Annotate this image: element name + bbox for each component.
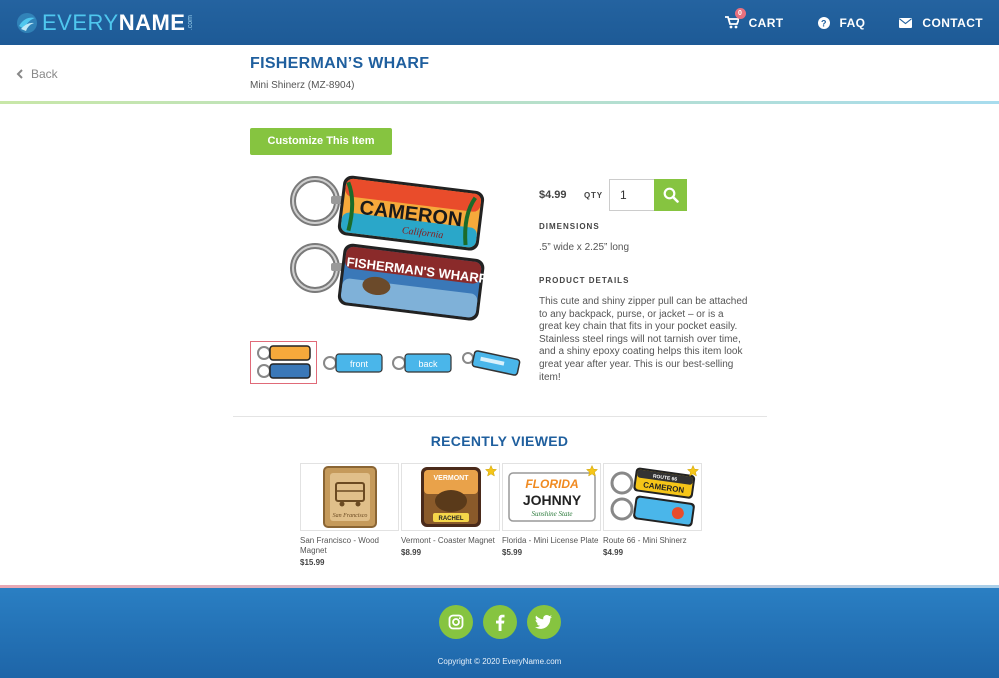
instagram-button[interactable] <box>438 605 473 639</box>
chevron-left-icon <box>16 69 23 79</box>
nav-faq-label: FAQ <box>839 15 866 30</box>
instagram-icon <box>448 614 463 630</box>
header-divider <box>0 101 999 104</box>
back-link[interactable]: Back <box>16 67 58 81</box>
rv-image-text-top: VERMONT <box>433 475 469 482</box>
recently-viewed-image: San Francisco <box>300 463 399 531</box>
svg-text:?: ? <box>821 18 827 28</box>
twitter-button[interactable] <box>526 605 561 639</box>
nav-contact[interactable]: CONTACT <box>899 16 983 30</box>
qty-label: QTY <box>584 191 603 200</box>
favorite-star-icon[interactable] <box>586 465 598 477</box>
thumbnail-front-label: front <box>349 359 368 369</box>
recently-viewed-name: San Francisco - Wood Magnet <box>300 536 379 555</box>
recently-viewed-price: $5.99 <box>502 548 523 557</box>
favorite-star-icon[interactable] <box>485 465 497 477</box>
logo-swoosh-icon <box>17 13 37 33</box>
section-divider <box>233 416 767 417</box>
footer: Copyright © 2020 EveryName.com <box>0 588 999 678</box>
dimensions-value: .5” wide x 2.25” long <box>539 242 630 253</box>
rv-image-text: JOHNNY <box>522 492 581 508</box>
thumbnail-angle[interactable] <box>457 341 524 384</box>
nav-cart[interactable]: 0 CART <box>724 7 784 30</box>
product-main-image[interactable]: CAMERON California FISHERMAN'S WHARF <box>285 168 488 333</box>
nav-faq[interactable]: ? FAQ <box>817 15 866 30</box>
recently-viewed-item[interactable]: FLORIDA JOHNNY Sunshine State Florida - … <box>502 463 602 567</box>
rv-image-text: San Francisco <box>332 513 367 519</box>
qty-input[interactable] <box>609 179 655 211</box>
recently-viewed-image: ROUTE 66 CAMERON <box>603 463 702 531</box>
facebook-button[interactable] <box>482 605 517 639</box>
recently-viewed-price: $4.99 <box>603 548 624 557</box>
nav-contact-label: CONTACT <box>922 15 983 30</box>
product-details-text: This cute and shiny zipper pull can be a… <box>539 296 748 383</box>
product-price: $4.99 <box>539 189 567 201</box>
twitter-icon <box>535 615 552 629</box>
rv-image-text: RACHEL <box>438 516 463 522</box>
thumbnail-back-label: back <box>418 359 438 369</box>
logo-wordmark: EVERYNAME <box>42 10 186 35</box>
facebook-icon <box>495 614 504 631</box>
recently-viewed-name: Vermont - Coaster Magnet <box>401 536 495 545</box>
product-thumbnails: front back <box>250 341 526 384</box>
nav-cart-label: CART <box>748 15 784 30</box>
question-circle-icon: ? <box>817 16 830 29</box>
everyname-logo[interactable]: EVERYNAME .com <box>16 10 194 36</box>
back-label: Back <box>31 67 58 81</box>
recently-viewed-image: FLORIDA JOHNNY Sunshine State <box>502 463 601 531</box>
thumbnail-front[interactable]: front <box>319 341 386 384</box>
logo-dotcom: .com <box>187 15 195 31</box>
envelope-icon <box>899 17 913 28</box>
product-title: FISHERMAN’S WHARF <box>250 55 430 72</box>
qty-search-button[interactable] <box>654 179 687 211</box>
customize-item-button[interactable]: Customize This Item <box>250 128 392 155</box>
recently-viewed-name: Florida - Mini License Plate <box>502 536 599 545</box>
dimensions-heading: DIMENSIONS <box>539 222 600 231</box>
favorite-star-icon[interactable] <box>687 465 699 477</box>
copyright-text: Copyright © 2020 EveryName.com <box>437 657 562 666</box>
recently-viewed-name: Route 66 - Mini Shinerz <box>603 536 687 545</box>
main-nav: 0 CART ? FAQ CONTACT <box>691 0 983 45</box>
rv-image-text-top: FLORIDA <box>525 477 578 491</box>
product-subtitle: Mini Shinerz (MZ-8904) <box>250 80 355 91</box>
recently-viewed-price: $15.99 <box>300 558 325 567</box>
top-nav-bar: EVERYNAME .com 0 CART ? FAQ CONTACT <box>0 0 999 45</box>
search-icon <box>663 187 679 203</box>
cart-count-badge: 0 <box>734 7 746 19</box>
thumbnail-back[interactable]: back <box>388 341 455 384</box>
recently-viewed-item[interactable]: ROUTE 66 CAMERON Route 66 - Mini Shinerz… <box>603 463 703 567</box>
recently-viewed-heading: RECENTLY VIEWED <box>430 433 569 449</box>
product-details-heading: PRODUCT DETAILS <box>539 276 630 285</box>
recently-viewed-price: $8.99 <box>401 548 422 557</box>
recently-viewed-item[interactable]: VERMONT RACHEL Vermont - Coaster Magnet … <box>401 463 501 567</box>
recently-viewed-item[interactable]: San Francisco San Francisco - Wood Magne… <box>300 463 400 567</box>
thumbnail-both[interactable] <box>250 341 317 384</box>
recently-viewed-list: San Francisco San Francisco - Wood Magne… <box>300 463 704 567</box>
rv-image-text-bottom: Sunshine State <box>531 510 572 518</box>
recently-viewed-image: VERMONT RACHEL <box>401 463 500 531</box>
social-links <box>0 605 999 639</box>
